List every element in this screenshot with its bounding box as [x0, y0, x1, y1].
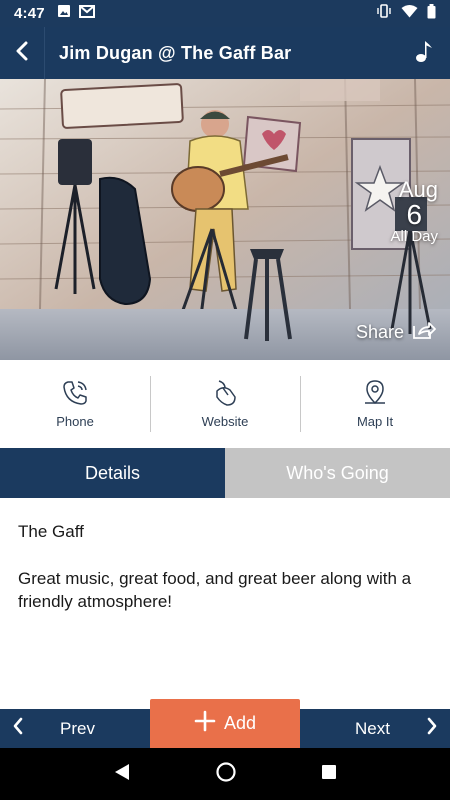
mouse-icon — [211, 379, 239, 410]
next-button[interactable]: Next — [300, 709, 450, 748]
date-day: 6 — [406, 199, 423, 230]
battery-icon — [427, 3, 436, 24]
phone-action[interactable]: Phone — [0, 360, 150, 448]
system-recents-icon[interactable] — [321, 764, 337, 785]
chevron-left-icon — [15, 41, 29, 66]
tab-details[interactable]: Details — [0, 448, 225, 498]
tab-whos-going[interactable]: Who's Going — [225, 448, 450, 498]
status-bar: 4:47 — [0, 0, 450, 27]
website-label: Website — [201, 414, 249, 429]
event-image: Aug 6 All Day — [0, 79, 450, 360]
music-button[interactable] — [398, 27, 450, 79]
plus-icon — [194, 710, 216, 737]
page-title: Jim Dugan @ The Gaff Bar — [59, 42, 292, 63]
add-button[interactable]: Add — [150, 699, 300, 748]
performer-illustration — [0, 79, 450, 360]
phone-icon — [61, 379, 89, 410]
map-action[interactable]: Map It — [300, 360, 450, 448]
wifi-icon — [401, 4, 418, 23]
system-nav-bar — [0, 748, 450, 800]
vibrate-icon — [376, 4, 392, 23]
image-icon — [57, 4, 71, 23]
chevron-right-icon — [426, 717, 438, 740]
prev-label: Prev — [60, 718, 95, 738]
date-badge: Aug 6 All Day — [390, 179, 438, 245]
share-icon — [412, 320, 436, 345]
back-button[interactable] — [0, 27, 45, 79]
system-home-icon[interactable] — [216, 761, 236, 787]
tab-bar: Details Who's Going — [0, 448, 450, 498]
map-label: Map It — [356, 414, 394, 429]
date-all-day: All Day — [390, 228, 438, 245]
phone-label: Phone — [56, 414, 94, 429]
app-bar: Jim Dugan @ The Gaff Bar — [0, 27, 450, 79]
share-button[interactable]: Share — [356, 320, 436, 345]
venue-name: The Gaff — [18, 522, 84, 541]
next-label: Next — [355, 718, 390, 738]
action-row: Phone Website Map It — [0, 360, 450, 448]
map-pin-icon — [361, 379, 389, 410]
details-content: The Gaff Great music, great food, and gr… — [0, 498, 450, 613]
share-label: Share — [355, 322, 404, 342]
status-time: 4:47 — [14, 5, 45, 22]
music-note-icon — [415, 39, 433, 68]
website-action[interactable]: Website — [150, 360, 300, 448]
gmail-icon — [78, 4, 95, 23]
add-label: Add — [223, 713, 257, 733]
system-back-icon[interactable] — [113, 763, 131, 786]
event-description: Great music, great food, and great beer … — [18, 569, 412, 611]
chevron-left-icon — [12, 717, 24, 740]
date-month: Aug — [398, 177, 438, 202]
prev-button[interactable]: Prev — [0, 709, 150, 748]
